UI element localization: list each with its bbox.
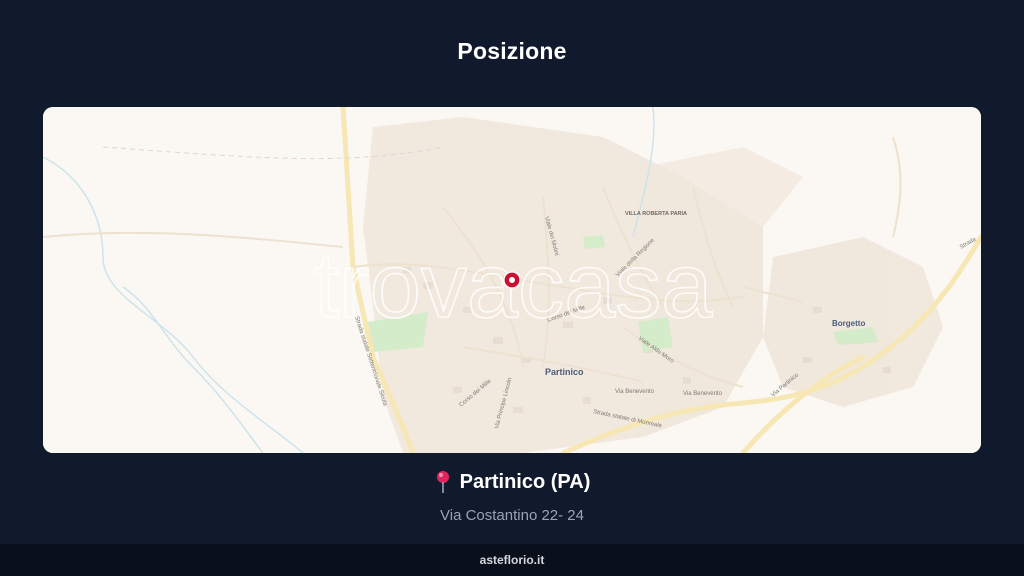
round-pushpin-icon bbox=[436, 471, 449, 493]
address-text: Via Costantino 22- 24 bbox=[440, 507, 584, 524]
location-block: Partinico (PA) Via Costantino 22- 24 bbox=[0, 470, 1024, 524]
footer-site-text: asteflorio.it bbox=[479, 553, 545, 567]
page-title: Posizione bbox=[457, 38, 567, 64]
road-label-benevento-2: Via Benevento bbox=[683, 391, 723, 397]
town-label-partinico: Partinico bbox=[545, 367, 584, 377]
map-canvas[interactable]: Strada statale Settentrionale Sicula Str… bbox=[43, 107, 981, 453]
map-view[interactable]: Strada statale Settentrionale Sicula Str… bbox=[43, 107, 981, 453]
location-title-text: Partinico (PA) bbox=[459, 470, 591, 493]
town-label-borgetto: Borgetto bbox=[832, 319, 865, 328]
location-marker[interactable] bbox=[503, 271, 521, 289]
road-label-benevento-1: Via Benevento bbox=[615, 389, 655, 395]
footer-bar: asteflorio.it bbox=[0, 544, 1024, 576]
location-title: Partinico (PA) bbox=[434, 470, 591, 494]
poi-label: VILLA ROBERTA PARIA bbox=[625, 211, 687, 217]
